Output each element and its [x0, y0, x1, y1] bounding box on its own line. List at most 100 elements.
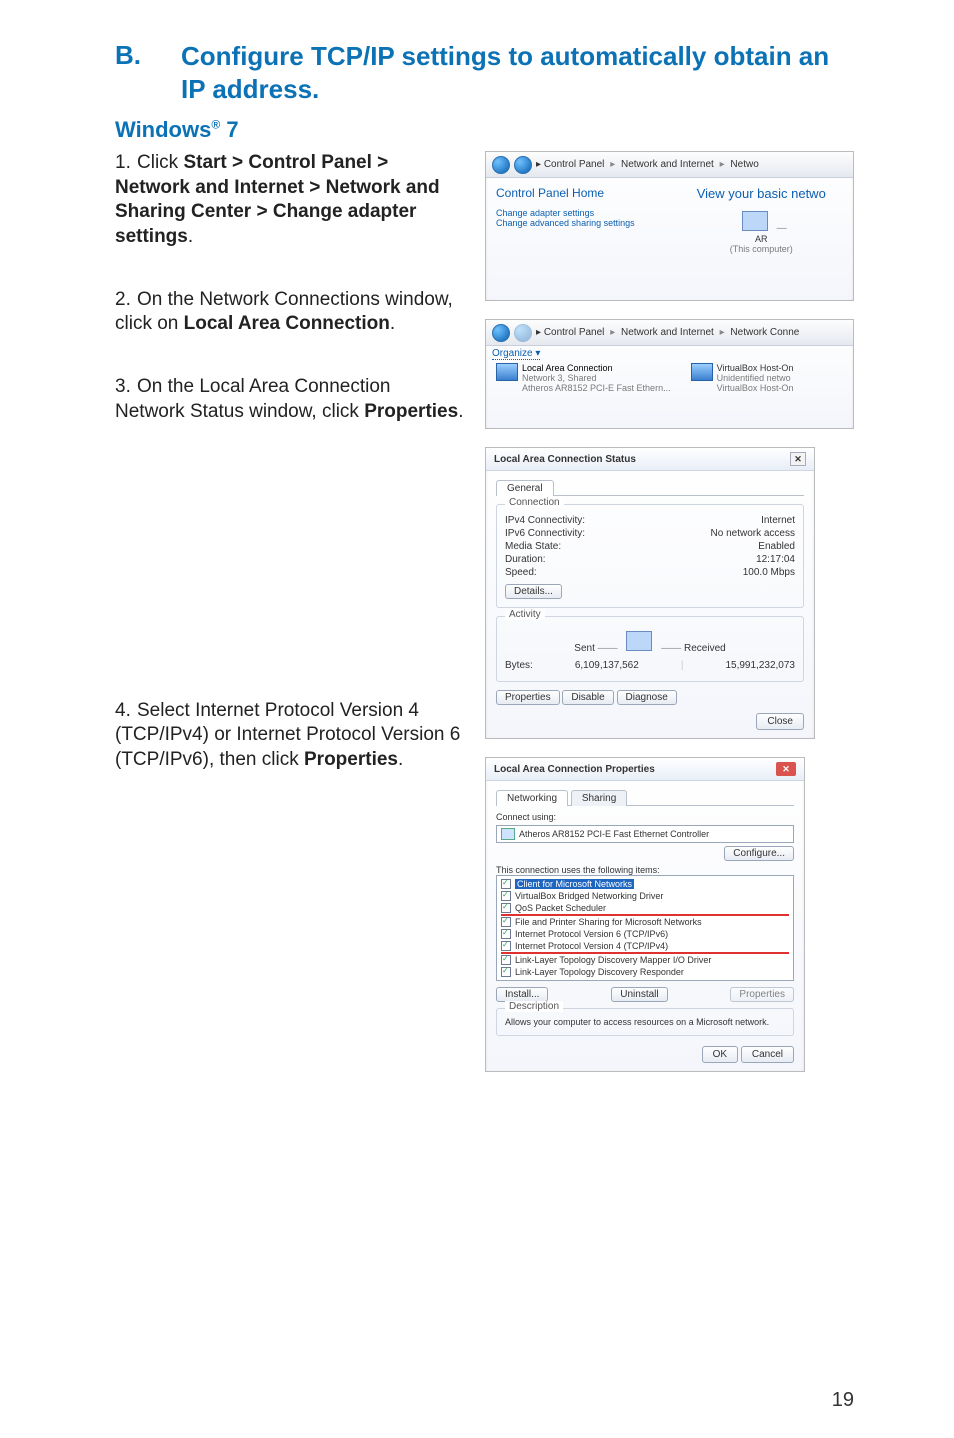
speed-label: Speed:	[505, 567, 537, 578]
item-client[interactable]: Client for Microsoft Networks	[515, 879, 634, 889]
step-2: 2.On the Network Connections window, cli…	[115, 288, 465, 337]
change-advanced-sharing-link[interactable]: Change advanced sharing settings	[496, 218, 660, 228]
diagnose-button[interactable]: Diagnose	[617, 690, 677, 705]
breadcrumb[interactable]: ▸ Control Panel ▸ Network and Internet ▸…	[536, 159, 759, 170]
ar-label: AR	[680, 234, 844, 244]
item-file[interactable]: File and Printer Sharing for Microsoft N…	[515, 917, 702, 927]
lac-icon	[496, 363, 518, 381]
ipv6-value: No network access	[711, 528, 795, 539]
crumb2-3[interactable]: Network Conne	[730, 327, 799, 338]
step-1: 1.Click Start > Control Panel > Network …	[115, 151, 465, 250]
view-basic-link[interactable]: View your basic netwo	[680, 186, 844, 201]
step-4-num: 4.	[115, 699, 137, 724]
subhead-prefix: Windows	[115, 117, 211, 142]
items-listbox[interactable]: Client for Microsoft Networks VirtualBox…	[496, 875, 794, 981]
screenshot-lac-properties: Local Area Connection Properties ✕ Netwo…	[485, 757, 805, 1072]
screenshot-control-panel: ▸ Control Panel ▸ Network and Internet ▸…	[485, 151, 854, 301]
chk-4[interactable]	[501, 917, 511, 927]
chk-1[interactable]	[501, 879, 511, 889]
networking-tab[interactable]: Networking	[496, 790, 568, 806]
chk-3[interactable]	[501, 903, 511, 913]
step-4-bold: Properties	[304, 749, 398, 770]
step-1-pre: Click	[137, 152, 183, 173]
this-computer-label: (This computer)	[680, 244, 844, 254]
details-button[interactable]: Details...	[505, 584, 562, 599]
screenshot-network-connections: ▸ Control Panel ▸ Network and Internet ▸…	[485, 319, 854, 429]
cancel-button[interactable]: Cancel	[741, 1046, 794, 1063]
duration-label: Duration:	[505, 554, 546, 565]
chk-7[interactable]	[501, 955, 511, 965]
chk-2[interactable]	[501, 891, 511, 901]
chk-5[interactable]	[501, 929, 511, 939]
description-text: Allows your computer to access resources…	[505, 1017, 785, 1027]
page-number: 19	[832, 1389, 854, 1412]
close-button-2[interactable]: ✕	[776, 762, 796, 776]
step-3-bold: Properties	[364, 401, 458, 422]
forward-button[interactable]	[514, 156, 532, 174]
ipv4-value: Internet	[761, 515, 795, 526]
step-3: 3.On the Local Area Connection Network S…	[115, 375, 465, 424]
vb-title[interactable]: VirtualBox Host-On	[717, 363, 794, 373]
properties-button[interactable]: Properties	[496, 690, 560, 705]
lac-status-title: Local Area Connection Status	[494, 454, 636, 465]
item-lldr[interactable]: Link-Layer Topology Discovery Responder	[515, 967, 684, 977]
close-button[interactable]: ✕	[790, 452, 806, 466]
item-lldm[interactable]: Link-Layer Topology Discovery Mapper I/O…	[515, 955, 711, 965]
organize-menu[interactable]: Organize ▾	[492, 348, 540, 360]
item-ipv6[interactable]: Internet Protocol Version 6 (TCP/IPv6)	[515, 929, 668, 939]
step-2-num: 2.	[115, 288, 137, 313]
item-ipv4[interactable]: Internet Protocol Version 4 (TCP/IPv4)	[515, 941, 668, 951]
step-4-pre: Select Internet Protocol Version 4 (TCP/…	[115, 700, 460, 770]
crumb-2[interactable]: Network and Internet	[621, 159, 714, 170]
computer-icon	[742, 211, 768, 231]
lac-title[interactable]: Local Area Connection	[522, 363, 671, 373]
step-2-bold: Local Area Connection	[184, 313, 390, 334]
disable-button[interactable]: Disable	[562, 690, 613, 705]
activity-icon	[626, 631, 652, 651]
close-dialog-button[interactable]: Close	[756, 713, 804, 730]
lac-props-title: Local Area Connection Properties	[494, 764, 655, 775]
step-3-num: 3.	[115, 375, 137, 400]
control-panel-home-link[interactable]: Control Panel Home	[496, 186, 660, 200]
crumb2-1[interactable]: Control Panel	[544, 327, 605, 338]
forward-button-2[interactable]	[514, 324, 532, 342]
crumb-3[interactable]: Netwo	[730, 159, 758, 170]
breadcrumb-2[interactable]: ▸ Control Panel ▸ Network and Internet ▸…	[536, 327, 799, 338]
uninstall-button[interactable]: Uninstall	[611, 987, 667, 1002]
step-4-post: .	[398, 749, 403, 770]
recv-bytes: 15,991,232,073	[725, 660, 795, 671]
back-button-2[interactable]	[492, 324, 510, 342]
sent-bytes: 6,109,137,562	[575, 660, 639, 671]
item-properties-button[interactable]: Properties	[730, 987, 794, 1002]
change-adapter-link[interactable]: Change adapter settings	[496, 208, 660, 218]
install-button[interactable]: Install...	[496, 987, 548, 1002]
chk-8[interactable]	[501, 967, 511, 977]
adapter-name: Atheros AR8152 PCI-E Fast Ethernet Contr…	[519, 829, 709, 839]
general-tab[interactable]: General	[496, 480, 554, 496]
chk-6[interactable]	[501, 941, 511, 951]
crumb2-2[interactable]: Network and Internet	[621, 327, 714, 338]
ipv6-label: IPv6 Connectivity:	[505, 528, 585, 539]
sharing-tab[interactable]: Sharing	[571, 790, 627, 806]
uses-label: This connection uses the following items…	[496, 865, 794, 875]
configure-button[interactable]: Configure...	[724, 846, 794, 861]
lac-sub2: Atheros AR8152 PCI-E Fast Ethern...	[522, 383, 671, 393]
nav-bar-2: ▸ Control Panel ▸ Network and Internet ▸…	[486, 320, 853, 346]
item-vb[interactable]: VirtualBox Bridged Networking Driver	[515, 891, 663, 901]
ok-button[interactable]: OK	[702, 1046, 738, 1063]
crumb-1[interactable]: Control Panel	[544, 159, 605, 170]
duration-value: 12:17:04	[756, 554, 795, 565]
description-legend: Description	[505, 1001, 563, 1012]
subhead-sup: ®	[211, 118, 220, 132]
item-qos[interactable]: QoS Packet Scheduler	[515, 903, 606, 913]
step-1-num: 1.	[115, 151, 137, 176]
bytes-label: Bytes:	[505, 660, 533, 671]
adapter-icon	[501, 828, 515, 840]
sent-label: Sent	[574, 643, 595, 654]
vb-sub1: Unidentified netwo	[717, 373, 794, 383]
step-2-post: .	[390, 313, 395, 334]
section-label: B.	[115, 40, 181, 105]
back-button[interactable]	[492, 156, 510, 174]
subheading: Windows® 7	[115, 117, 854, 143]
activity-group: Activity Sent —— —— Received Bytes: 6,10…	[496, 616, 804, 682]
